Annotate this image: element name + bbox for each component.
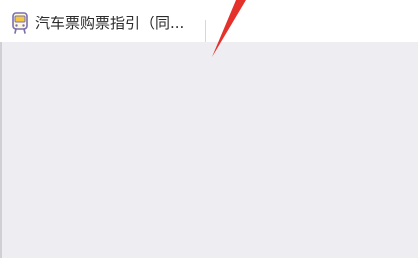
page-title: 汽车票购票指引（同... xyxy=(35,15,185,31)
bus-icon xyxy=(10,11,30,35)
content-area xyxy=(0,42,418,258)
left-edge xyxy=(0,42,2,258)
title-chip[interactable]: 汽车票购票指引（同... xyxy=(4,5,209,41)
